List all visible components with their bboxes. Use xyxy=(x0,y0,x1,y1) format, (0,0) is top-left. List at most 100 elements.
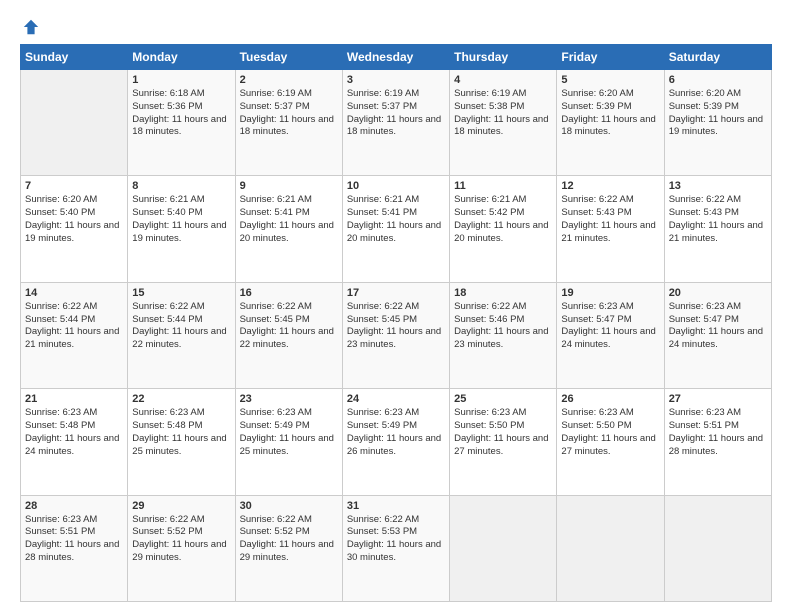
calendar-cell: 24 Sunrise: 6:23 AMSunset: 5:49 PMDayligh… xyxy=(342,389,449,495)
day-info: Sunrise: 6:22 AMSunset: 5:43 PMDaylight:… xyxy=(561,194,659,245)
calendar-cell: 23Sunrise: 6:23 AMSunset: 5:49 PMDayligh… xyxy=(235,389,342,495)
day-number: 14 xyxy=(25,287,123,299)
day-info: Sunrise: 6:21 AMSunset: 5:42 PMDaylight:… xyxy=(454,194,552,245)
day-number: 9 xyxy=(240,180,338,192)
calendar-cell: 17 Sunrise: 6:22 AMSunset: 5:45 PMDayligh… xyxy=(342,282,449,388)
day-number: 22 xyxy=(132,393,230,405)
day-info: Sunrise: 6:22 AMSunset: 5:43 PMDaylight:… xyxy=(669,194,767,245)
day-number: 31 xyxy=(347,500,445,512)
day-info: Sunrise: 6:19 AMSunset: 5:37 PMDaylight:… xyxy=(240,88,338,139)
day-info: Sunrise: 6:23 AMSunset: 5:47 PMDaylight:… xyxy=(561,301,659,352)
calendar-cell: 16Sunrise: 6:22 AMSunset: 5:45 PMDayligh… xyxy=(235,282,342,388)
day-number: 3 xyxy=(347,74,445,86)
day-number: 10 xyxy=(347,180,445,192)
week-row: 7Sunrise: 6:20 AMSunset: 5:40 PMDaylight… xyxy=(21,176,772,282)
day-info: Sunrise: 6:22 AMSunset: 5:52 PMDaylight:… xyxy=(240,514,338,565)
day-info: Sunrise: 6:22 AMSunset: 5:45 PMDaylight:… xyxy=(347,301,445,352)
day-info: Sunrise: 6:23 AMSunset: 5:50 PMDaylight:… xyxy=(561,407,659,458)
calendar-cell: 6 Sunrise: 6:20 AMSunset: 5:39 PMDaylight… xyxy=(664,70,771,176)
day-info: Sunrise: 6:20 AMSunset: 5:39 PMDaylight:… xyxy=(669,88,767,139)
day-info: Sunrise: 6:23 AMSunset: 5:48 PMDaylight:… xyxy=(132,407,230,458)
day-info: Sunrise: 6:19 AMSunset: 5:37 PMDaylight:… xyxy=(347,88,445,139)
day-number: 1 xyxy=(132,74,230,86)
day-number: 19 xyxy=(561,287,659,299)
calendar-cell: 14 Sunrise: 6:22 AMSunset: 5:44 PMDayligh… xyxy=(21,282,128,388)
day-number: 17 xyxy=(347,287,445,299)
day-info: Sunrise: 6:21 AMSunset: 5:41 PMDaylight:… xyxy=(347,194,445,245)
calendar-cell: 7Sunrise: 6:20 AMSunset: 5:40 PMDaylight… xyxy=(21,176,128,282)
calendar-cell: 1 Sunrise: 6:18 AMSunset: 5:36 PMDaylight… xyxy=(128,70,235,176)
day-number: 2 xyxy=(240,74,338,86)
calendar-cell xyxy=(664,495,771,601)
calendar-cell: 4 Sunrise: 6:19 AMSunset: 5:38 PMDaylight… xyxy=(450,70,557,176)
day-info: Sunrise: 6:23 AMSunset: 5:51 PMDaylight:… xyxy=(25,514,123,565)
day-info: Sunrise: 6:22 AMSunset: 5:53 PMDaylight:… xyxy=(347,514,445,565)
day-number: 25 xyxy=(454,393,552,405)
weekday-row: SundayMondayTuesdayWednesdayThursdayFrid… xyxy=(21,45,772,70)
weekday-header: Tuesday xyxy=(235,45,342,70)
calendar-cell: 15Sunrise: 6:22 AMSunset: 5:44 PMDayligh… xyxy=(128,282,235,388)
calendar-cell: 11 Sunrise: 6:21 AMSunset: 5:42 PMDayligh… xyxy=(450,176,557,282)
day-number: 21 xyxy=(25,393,123,405)
calendar-cell: 8Sunrise: 6:21 AMSunset: 5:40 PMDaylight… xyxy=(128,176,235,282)
day-number: 16 xyxy=(240,287,338,299)
calendar-cell: 2 Sunrise: 6:19 AMSunset: 5:37 PMDaylight… xyxy=(235,70,342,176)
calendar-cell: 22 Sunrise: 6:23 AMSunset: 5:48 PMDayligh… xyxy=(128,389,235,495)
calendar-cell xyxy=(21,70,128,176)
day-number: 26 xyxy=(561,393,659,405)
day-info: Sunrise: 6:22 AMSunset: 5:44 PMDaylight:… xyxy=(25,301,123,352)
calendar: SundayMondayTuesdayWednesdayThursdayFrid… xyxy=(20,44,772,602)
day-number: 20 xyxy=(669,287,767,299)
page: SundayMondayTuesdayWednesdayThursdayFrid… xyxy=(0,0,792,612)
calendar-cell: 20Sunrise: 6:23 AMSunset: 5:47 PMDayligh… xyxy=(664,282,771,388)
calendar-cell: 21 Sunrise: 6:23 AMSunset: 5:48 PMDayligh… xyxy=(21,389,128,495)
calendar-cell: 18 Sunrise: 6:22 AMSunset: 5:46 PMDayligh… xyxy=(450,282,557,388)
day-info: Sunrise: 6:23 AMSunset: 5:51 PMDaylight:… xyxy=(669,407,767,458)
day-info: Sunrise: 6:21 AMSunset: 5:41 PMDaylight:… xyxy=(240,194,338,245)
weekday-header: Monday xyxy=(128,45,235,70)
day-info: Sunrise: 6:23 AMSunset: 5:49 PMDaylight:… xyxy=(347,407,445,458)
day-number: 4 xyxy=(454,74,552,86)
day-number: 30 xyxy=(240,500,338,512)
day-number: 12 xyxy=(561,180,659,192)
calendar-cell: 26 Sunrise: 6:23 AMSunset: 5:50 PMDayligh… xyxy=(557,389,664,495)
day-info: Sunrise: 6:22 AMSunset: 5:46 PMDaylight:… xyxy=(454,301,552,352)
day-number: 18 xyxy=(454,287,552,299)
weekday-header: Thursday xyxy=(450,45,557,70)
day-number: 23 xyxy=(240,393,338,405)
day-number: 6 xyxy=(669,74,767,86)
calendar-cell: 28Sunrise: 6:23 AMSunset: 5:51 PMDayligh… xyxy=(21,495,128,601)
day-info: Sunrise: 6:18 AMSunset: 5:36 PMDaylight:… xyxy=(132,88,230,139)
day-number: 11 xyxy=(454,180,552,192)
weekday-header: Saturday xyxy=(664,45,771,70)
calendar-cell: 19 Sunrise: 6:23 AMSunset: 5:47 PMDayligh… xyxy=(557,282,664,388)
calendar-body: 1 Sunrise: 6:18 AMSunset: 5:36 PMDaylight… xyxy=(21,70,772,602)
calendar-cell xyxy=(450,495,557,601)
logo xyxy=(20,18,40,36)
week-row: 14 Sunrise: 6:22 AMSunset: 5:44 PMDayligh… xyxy=(21,282,772,388)
day-number: 24 xyxy=(347,393,445,405)
calendar-cell: 31 Sunrise: 6:22 AMSunset: 5:53 PMDayligh… xyxy=(342,495,449,601)
calendar-header: SundayMondayTuesdayWednesdayThursdayFrid… xyxy=(21,45,772,70)
calendar-cell: 3 Sunrise: 6:19 AMSunset: 5:37 PMDaylight… xyxy=(342,70,449,176)
day-info: Sunrise: 6:20 AMSunset: 5:39 PMDaylight:… xyxy=(561,88,659,139)
day-number: 8 xyxy=(132,180,230,192)
weekday-header: Sunday xyxy=(21,45,128,70)
calendar-cell: 29 Sunrise: 6:22 AMSunset: 5:52 PMDayligh… xyxy=(128,495,235,601)
day-number: 29 xyxy=(132,500,230,512)
day-info: Sunrise: 6:23 AMSunset: 5:48 PMDaylight:… xyxy=(25,407,123,458)
day-info: Sunrise: 6:22 AMSunset: 5:52 PMDaylight:… xyxy=(132,514,230,565)
weekday-header: Wednesday xyxy=(342,45,449,70)
calendar-cell: 27Sunrise: 6:23 AMSunset: 5:51 PMDayligh… xyxy=(664,389,771,495)
calendar-cell: 25Sunrise: 6:23 AMSunset: 5:50 PMDayligh… xyxy=(450,389,557,495)
day-number: 5 xyxy=(561,74,659,86)
day-info: Sunrise: 6:20 AMSunset: 5:40 PMDaylight:… xyxy=(25,194,123,245)
week-row: 21 Sunrise: 6:23 AMSunset: 5:48 PMDayligh… xyxy=(21,389,772,495)
logo-icon xyxy=(22,18,40,36)
calendar-cell xyxy=(557,495,664,601)
day-info: Sunrise: 6:19 AMSunset: 5:38 PMDaylight:… xyxy=(454,88,552,139)
day-number: 13 xyxy=(669,180,767,192)
header xyxy=(20,18,772,36)
day-info: Sunrise: 6:22 AMSunset: 5:44 PMDaylight:… xyxy=(132,301,230,352)
calendar-cell: 5 Sunrise: 6:20 AMSunset: 5:39 PMDaylight… xyxy=(557,70,664,176)
